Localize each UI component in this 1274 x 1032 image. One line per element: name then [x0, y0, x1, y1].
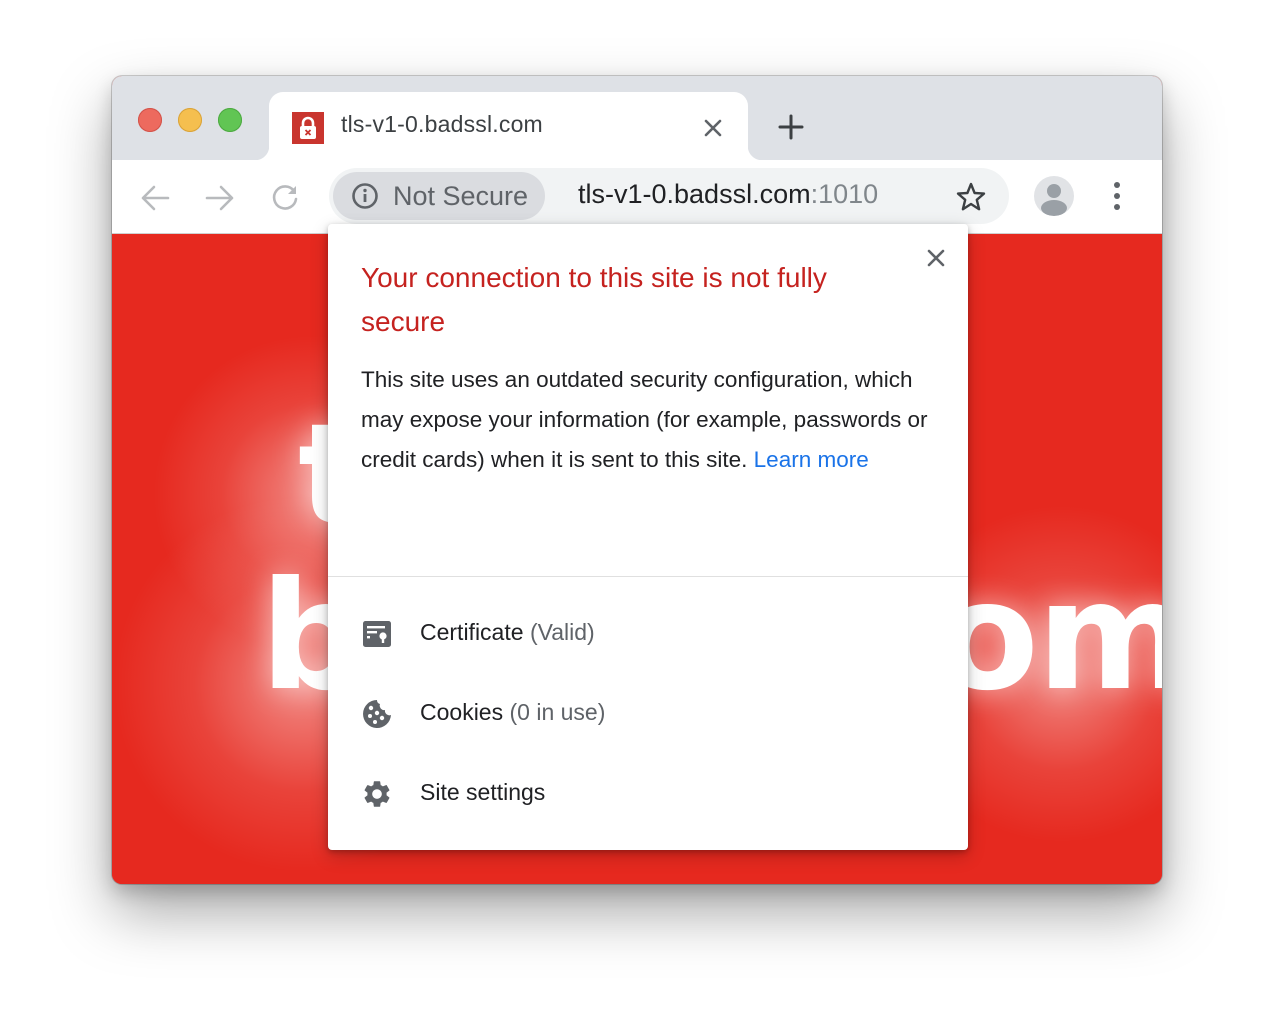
security-label: Not Secure: [393, 180, 529, 211]
certificate-row[interactable]: Certificate (Valid): [328, 599, 968, 669]
lock-broken-icon: [292, 112, 324, 144]
more-vert-icon[interactable]: [1102, 176, 1132, 216]
popup-close-button[interactable]: [920, 242, 952, 274]
site-settings-label: Site settings: [420, 779, 546, 805]
url-port: :1010: [810, 179, 879, 209]
tab-active[interactable]: tls-v1-0.badssl.com: [255, 92, 762, 160]
reload-icon: [272, 185, 298, 210]
security-indicator-chip[interactable]: Not Secure: [333, 172, 545, 220]
menu-dot: [1114, 182, 1120, 188]
popup-title: Your connection to this site is not full…: [361, 262, 827, 337]
menu-dot: [1114, 193, 1120, 199]
reload-button[interactable]: [265, 178, 305, 218]
menu-dot: [1114, 204, 1120, 210]
popup-description: This site uses an outdated security conf…: [361, 360, 941, 480]
url-text[interactable]: tls-v1-0.badssl.com:1010: [578, 179, 878, 210]
profile-button[interactable]: [1034, 176, 1074, 216]
toolbar: Not Secure tls-v1-0.badssl.com:1010: [112, 160, 1162, 234]
close-icon: [927, 249, 945, 267]
window-zoom-button[interactable]: [218, 108, 242, 132]
omnibox[interactable]: Not Secure tls-v1-0.badssl.com:1010: [329, 168, 1009, 224]
info-icon: [352, 183, 378, 209]
certificate-icon: [361, 618, 393, 650]
window-close-button[interactable]: [138, 108, 162, 132]
cookies-count: (0 in use): [509, 699, 606, 725]
certificate-status: (Valid): [529, 619, 595, 645]
tab-close-button[interactable]: [697, 112, 729, 144]
back-button[interactable]: [135, 178, 175, 218]
gear-icon: [361, 778, 393, 810]
url-host: tls-v1-0.badssl.com: [578, 179, 811, 209]
popup-divider: [328, 576, 968, 577]
cookies-row[interactable]: Cookies (0 in use): [328, 679, 968, 749]
close-icon: [704, 119, 722, 137]
arrow-right-icon: [205, 185, 234, 211]
site-settings-row[interactable]: Site settings: [328, 759, 968, 829]
learn-more-link[interactable]: Learn more: [754, 447, 869, 472]
cookies-title: Cookies: [420, 699, 504, 725]
new-tab-button[interactable]: [772, 108, 810, 146]
forward-button[interactable]: [200, 178, 240, 218]
certificate-label: Certificate (Valid): [420, 619, 595, 646]
tab-strip: tls-v1-0.badssl.com: [112, 76, 1162, 160]
plus-icon: [778, 114, 804, 140]
cookies-label: Cookies (0 in use): [420, 699, 605, 726]
avatar-icon: [1041, 184, 1067, 216]
window-minimize-button[interactable]: [178, 108, 202, 132]
cookie-icon: [361, 698, 393, 730]
star-icon: [956, 182, 986, 211]
certificate-title: Certificate: [420, 619, 524, 645]
bookmark-button[interactable]: [954, 180, 988, 214]
tab-title: tls-v1-0.badssl.com: [341, 111, 543, 137]
arrow-left-icon: [141, 185, 170, 211]
page-info-bubble: Your connection to this site is not full…: [328, 224, 968, 850]
